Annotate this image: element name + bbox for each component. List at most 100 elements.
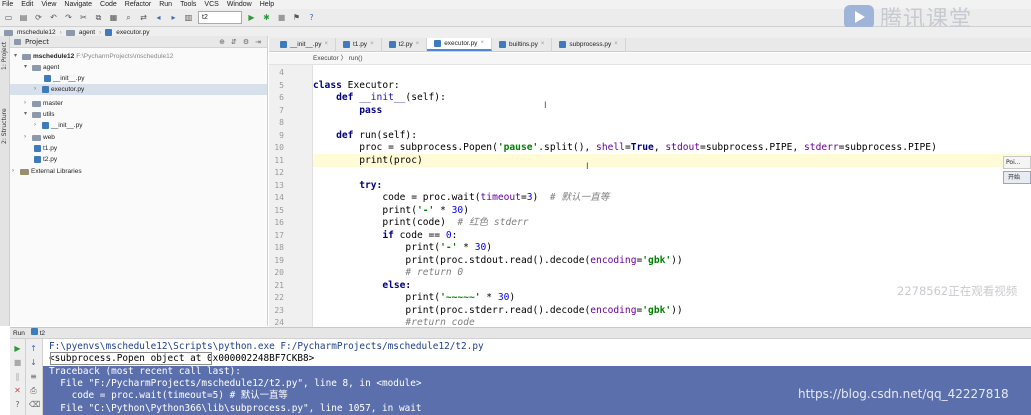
down-arrow-icon[interactable]: ↓ — [29, 358, 38, 367]
folder-icon — [22, 53, 31, 60]
code-line-9: def run(self): — [336, 129, 417, 141]
run-console[interactable]: F:\pyenvs\mschedule12\Scripts\python.exe… — [43, 339, 1031, 415]
line-number: 21 — [274, 280, 284, 290]
structure-tool-button[interactable]: 2: Structure — [1, 108, 8, 144]
run-icon[interactable]: ▶ — [246, 12, 257, 23]
menu-navigate[interactable]: Navigate — [64, 1, 92, 8]
menu-vcs[interactable]: VCS — [204, 1, 218, 8]
menu-run[interactable]: Run — [159, 1, 172, 8]
gear-icon[interactable]: ⚙ — [243, 38, 249, 46]
blog-watermark: https://blog.csdn.net/qq_42227818 — [798, 387, 1009, 401]
close-icon[interactable]: × — [541, 38, 545, 51]
line-number: 12 — [274, 168, 284, 177]
build-icon[interactable]: ▥ — [183, 12, 194, 23]
tab-init[interactable]: __init__.py × — [273, 38, 336, 51]
menu-code[interactable]: Code — [100, 1, 117, 8]
paste-icon[interactable]: ▦ — [108, 12, 119, 23]
menu-tools[interactable]: Tools — [180, 1, 196, 8]
sync-panel-icon[interactable]: ⊕ — [219, 38, 225, 46]
sync-icon[interactable]: ⟳ — [33, 12, 44, 23]
close-icon[interactable]: ✕ — [13, 386, 22, 395]
run-panel-header: Run t2 — [10, 327, 1031, 339]
tab-t2[interactable]: t2.py × — [382, 38, 428, 51]
python-file-icon — [105, 29, 113, 36]
close-icon[interactable]: × — [614, 38, 618, 51]
tree-item-executor[interactable]: › executor.py — [10, 84, 267, 95]
start-button[interactable]: 开始 — [1003, 171, 1031, 184]
print-icon[interactable]: ⎙ — [29, 386, 38, 395]
tree-item-utils[interactable]: ▾ utils — [24, 109, 55, 120]
run-config-select[interactable]: t2 — [198, 11, 242, 24]
line-number: 18 — [274, 243, 284, 252]
stop-icon[interactable]: ■ — [276, 12, 287, 23]
tree-item-external-libraries[interactable]: › External Libraries — [12, 166, 82, 177]
code-line-6: def __init__(self): — [336, 92, 446, 103]
close-icon[interactable]: × — [370, 38, 374, 51]
line-number: 16 — [274, 218, 284, 227]
delete-icon[interactable]: ⌫ — [29, 400, 40, 409]
hide-icon[interactable]: ⇥ — [255, 38, 261, 46]
redo-icon[interactable]: ↷ — [63, 12, 74, 23]
run-config-name[interactable]: t2 — [40, 330, 45, 337]
stop-icon[interactable]: ■ — [13, 358, 22, 367]
soft-wrap-icon[interactable]: ≡ — [29, 372, 38, 381]
pause-icon[interactable]: ‖ — [13, 372, 22, 381]
tree-item-master[interactable]: › master — [24, 98, 63, 109]
find-icon[interactable]: ⌕ — [123, 12, 134, 23]
rerun-icon[interactable]: ▶ — [13, 344, 22, 353]
menu-window[interactable]: Window — [227, 1, 252, 8]
cut-icon[interactable]: ✂ — [78, 12, 89, 23]
help-icon[interactable]: ? — [306, 12, 317, 23]
folder-icon — [32, 111, 41, 118]
tree-item-utils-init[interactable]: › __init__.py — [34, 120, 82, 131]
line-number: 4 — [279, 68, 284, 77]
copy-icon[interactable]: ⧉ — [93, 12, 104, 23]
tree-label: External Libraries — [31, 168, 82, 175]
close-icon[interactable]: × — [480, 37, 484, 50]
collapse-icon[interactable]: ⇵ — [231, 38, 237, 46]
back-icon[interactable]: ◂ — [153, 12, 164, 23]
python-file-icon — [30, 328, 38, 335]
tree-item-web[interactable]: › web — [24, 132, 55, 143]
tree-path: F:\PycharmProjects\mschedule12 — [76, 53, 174, 60]
python-file-icon — [498, 41, 506, 48]
nav-crumb-file[interactable]: executor.py — [116, 29, 149, 36]
menu-edit[interactable]: Edit — [21, 1, 33, 8]
nav-crumb-project[interactable]: mschedule12 — [17, 29, 56, 36]
line-number: 17 — [274, 230, 284, 240]
editor-breadcrumb[interactable]: Executor 〉 run() — [269, 53, 1031, 65]
python-file-icon — [34, 145, 41, 152]
tree-item-t2[interactable]: t2.py — [34, 154, 57, 165]
tab-subprocess[interactable]: subprocess.py × — [552, 38, 626, 51]
code-line-16: print(code) # 红色 stderr — [382, 217, 529, 228]
project-tool-button[interactable]: 1: Project — [1, 42, 8, 70]
vcs-icon[interactable]: ⚑ — [291, 12, 302, 23]
up-arrow-icon[interactable]: ↑ — [29, 344, 38, 353]
menu-file[interactable]: File — [2, 1, 13, 8]
debug-icon[interactable]: ✱ — [261, 12, 272, 23]
tree-item-agent[interactable]: ▾ agent — [24, 62, 59, 73]
undo-icon[interactable]: ↶ — [48, 12, 59, 23]
tab-t1[interactable]: t1.py × — [336, 38, 382, 51]
tree-item-agent-init[interactable]: __init__.py — [44, 73, 84, 84]
close-icon[interactable]: × — [324, 38, 328, 51]
tree-item-root[interactable]: ▾ mschedule12 F:\PycharmProjects\mschedu… — [14, 51, 173, 62]
side-popup[interactable]: Poi... — [1003, 156, 1031, 169]
tab-builtins[interactable]: builtins.py × — [492, 38, 553, 51]
open-folder-icon[interactable]: ▭ — [3, 12, 14, 23]
save-all-icon[interactable]: ▤ — [18, 12, 29, 23]
console-line: code = proc.wait(timeout=5) # 默认一直等 — [49, 390, 288, 402]
menu-help[interactable]: Help — [260, 1, 274, 8]
project-view-select[interactable]: Project — [25, 38, 49, 46]
close-icon[interactable]: × — [416, 38, 420, 51]
menu-view[interactable]: View — [41, 1, 56, 8]
forward-icon[interactable]: ▸ — [168, 12, 179, 23]
replace-icon[interactable]: ⇄ — [138, 12, 149, 23]
folder-icon — [32, 100, 41, 107]
help-icon[interactable]: ? — [13, 400, 22, 409]
nav-crumb-agent[interactable]: agent — [79, 29, 95, 36]
tab-executor[interactable]: executor.py × — [427, 38, 492, 51]
tree-item-t1[interactable]: t1.py — [34, 143, 57, 154]
code-line-20: # return 0 — [405, 267, 464, 278]
menu-refactor[interactable]: Refactor — [125, 1, 151, 8]
